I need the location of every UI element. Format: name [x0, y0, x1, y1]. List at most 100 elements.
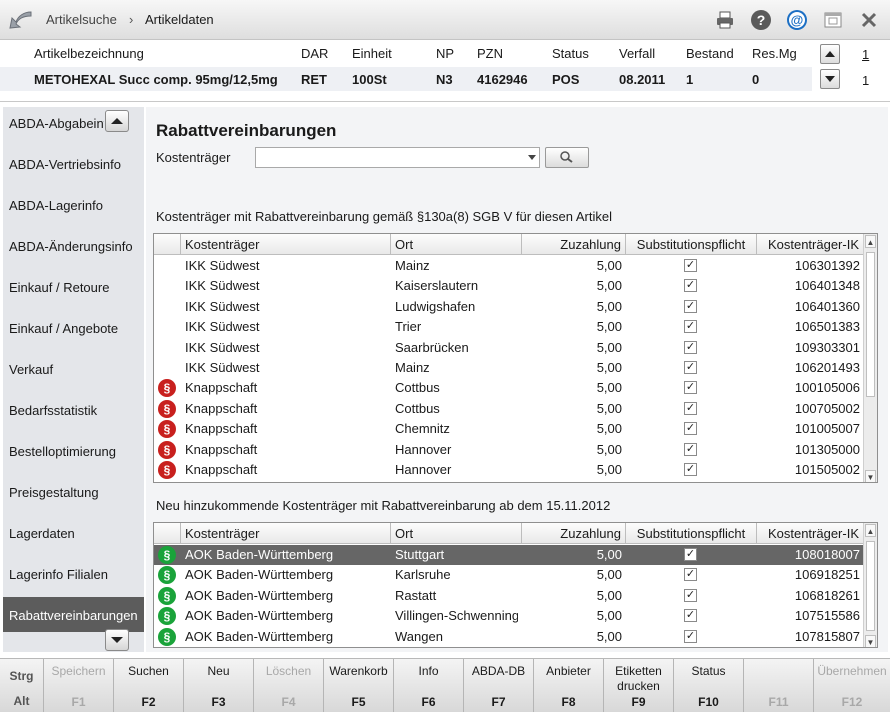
sidebar-item[interactable]: Einkauf / Angebote [9, 321, 118, 336]
substitution-checkbox[interactable]: ✓ [684, 588, 697, 602]
table-row[interactable]: § Knappschaft Hannover 5,00 ✓ 101305000 [154, 440, 864, 460]
header-expiry: Verfall [619, 46, 656, 61]
scroll-thumb[interactable] [866, 252, 875, 397]
column-header[interactable]: Kostenträger [181, 234, 391, 255]
substitution-checkbox[interactable]: ✓ [684, 340, 697, 354]
sidebar-scroll-down-button[interactable] [105, 629, 129, 651]
table-row[interactable]: IKK Südwest Saarbrücken 5,00 ✓ 109303301 [154, 338, 864, 358]
function-key-f12[interactable]: Übernehmen F12 [813, 659, 890, 712]
close-icon[interactable] [858, 9, 880, 31]
column-header[interactable]: Zuzahlung [522, 523, 626, 544]
function-key-f11[interactable]: F11 [743, 659, 813, 712]
modifier-strg[interactable]: Strg [0, 669, 43, 683]
substitution-checkbox[interactable]: ✓ [684, 361, 697, 374]
substitution-checkbox[interactable]: ✓ [684, 299, 697, 313]
substitution-checkbox[interactable]: ✓ [684, 609, 697, 623]
table-row[interactable]: § AOK Baden-Württemberg Villingen-Schwenni… [154, 606, 864, 626]
cell-city: Kaiserslautern [395, 278, 479, 294]
sidebar-item-active[interactable]: Rabattvereinbarungen [9, 608, 138, 623]
table-row[interactable]: § AOK Baden-Württemberg Karlsruhe 5,00 ✓ 1069… [154, 565, 864, 585]
table-scrollbar[interactable]: ▲ ▼ [863, 523, 877, 647]
cell-ik: 101005007 [794, 421, 860, 437]
function-key-f8[interactable]: Anbieter F8 [533, 659, 603, 712]
substitution-checkbox[interactable]: ✓ [684, 629, 697, 643]
substitution-checkbox[interactable]: ✓ [684, 548, 697, 561]
substitution-checkbox[interactable]: ✓ [684, 381, 697, 395]
sidebar-item[interactable]: Bedarfsstatistik [9, 403, 97, 418]
table-row[interactable]: § Knappschaft Cottbus 5,00 ✓ 100705002 [154, 399, 864, 419]
previous-article-button[interactable] [820, 44, 840, 64]
scroll-down-icon[interactable]: ▼ [865, 470, 876, 482]
function-key-f3[interactable]: Neu F3 [183, 659, 253, 712]
function-key-f6[interactable]: Info F6 [393, 659, 463, 712]
table-row[interactable]: IKK Südwest Trier 5,00 ✓ 106501383 [154, 317, 864, 337]
substitution-checkbox[interactable]: ✓ [684, 442, 697, 456]
payer-select[interactable] [255, 147, 540, 168]
next-article-button[interactable] [820, 69, 840, 89]
table-row[interactable]: § AOK Baden-Württemberg Stuttgart 5,00 ✓ 1080… [154, 545, 864, 565]
scroll-thumb[interactable] [866, 541, 875, 631]
table-row[interactable]: § Knappschaft Hannover 5,00 ✓ 101505002 [154, 460, 864, 480]
function-key-f2[interactable]: Suchen F2 [113, 659, 183, 712]
sidebar-item[interactable]: Bestelloptimierung [9, 444, 116, 459]
sidebar-item[interactable]: ABDA-Lagerinfo [9, 198, 103, 213]
table-row[interactable]: IKK Südwest Mainz 5,00 ✓ 106301392 [154, 256, 864, 276]
breadcrumb-parent[interactable]: Artikelsuche [46, 12, 117, 27]
help-icon[interactable]: ? [750, 9, 772, 31]
sidebar-scroll-up-button[interactable] [105, 110, 129, 132]
window-icon[interactable] [822, 9, 844, 31]
substitution-checkbox[interactable]: ✓ [684, 259, 697, 272]
sidebar-item[interactable]: Preisgestaltung [9, 485, 99, 500]
sidebar-item[interactable]: Lagerinfo Filialen [9, 567, 108, 582]
column-header[interactable]: Zuzahlung [522, 234, 626, 255]
substitution-checkbox[interactable]: ✓ [684, 422, 697, 436]
sidebar-item[interactable]: Lagerdaten [9, 526, 75, 541]
column-header[interactable]: Kostenträger [181, 523, 391, 544]
substitution-checkbox[interactable]: ✓ [684, 463, 697, 476]
substitution-checkbox[interactable]: ✓ [684, 320, 697, 334]
rebate-table[interactable]: Kostenträger Ort Zuzahlung Substitutionspfl… [153, 233, 878, 483]
table-row[interactable]: § Knappschaft Chemnitz 5,00 ✓ 101005007 [154, 419, 864, 439]
scroll-up-icon[interactable]: ▲ [865, 524, 876, 537]
sidebar-item[interactable]: Verkauf [9, 362, 53, 377]
table-row[interactable]: § Knappschaft Cottbus 5,00 ✓ 100105006 [154, 378, 864, 398]
table-scrollbar[interactable]: ▲ ▼ [863, 234, 877, 482]
back-arrow-icon[interactable] [6, 8, 34, 32]
function-key-f1[interactable]: Speichern F1 [43, 659, 113, 712]
substitution-checkbox[interactable]: ✓ [684, 568, 697, 582]
page-counter-bottom: 1 [862, 73, 870, 88]
table-row[interactable]: IKK Südwest Ludwigshafen 5,00 ✓ 106401360 [154, 297, 864, 317]
rebate-paragraph-icon: § [158, 379, 176, 398]
modifier-alt[interactable]: Alt [0, 694, 43, 708]
sidebar-item[interactable]: ABDA-Abgabeinfo [9, 116, 104, 131]
function-key-f7[interactable]: ABDA-DB F7 [463, 659, 533, 712]
function-key-f9[interactable]: Etiketten drucken F9 [603, 659, 673, 712]
table-row[interactable]: IKK Südwest Kaiserslautern 5,00 ✓ 106401348 [154, 276, 864, 296]
scroll-up-icon[interactable]: ▲ [865, 235, 876, 248]
header-badge[interactable] [154, 523, 181, 544]
header-badge[interactable] [154, 234, 181, 255]
function-key-f4[interactable]: Löschen F4 [253, 659, 323, 712]
sidebar-item[interactable]: Einkauf / Retoure [9, 280, 109, 295]
scroll-down-icon[interactable]: ▼ [865, 635, 876, 647]
table-row[interactable]: § AOK Baden-Württemberg Rastatt 5,00 ✓ 106818… [154, 586, 864, 606]
email-icon[interactable]: @ [786, 9, 808, 31]
sidebar-item[interactable]: ABDA-Änderungsinfo [9, 239, 133, 254]
function-key-f10[interactable]: Status F10 [673, 659, 743, 712]
column-header[interactable]: Substitutionspflicht [626, 234, 757, 255]
column-header[interactable]: Ort [391, 523, 522, 544]
sidebar-item[interactable]: ABDA-Vertriebsinfo [9, 157, 121, 172]
column-header[interactable]: Kostenträger-IK [757, 523, 864, 544]
new-rebate-table[interactable]: Kostenträger Ort Zuzahlung Substitutionspfl… [153, 522, 878, 648]
search-button[interactable] [545, 147, 589, 168]
table-row[interactable]: § AOK Baden-Württemberg Wangen 5,00 ✓ 1078158… [154, 627, 864, 647]
printer-icon[interactable] [714, 9, 736, 31]
column-header[interactable]: Substitutionspflicht [626, 523, 757, 544]
column-header[interactable]: Ort [391, 234, 522, 255]
function-key-f5[interactable]: Warenkorb F5 [323, 659, 393, 712]
substitution-checkbox[interactable]: ✓ [684, 401, 697, 415]
cell-city: Trier [395, 319, 422, 335]
column-header[interactable]: Kostenträger-IK [757, 234, 864, 255]
substitution-checkbox[interactable]: ✓ [684, 279, 697, 293]
table-row[interactable]: IKK Südwest Mainz 5,00 ✓ 106201493 [154, 358, 864, 378]
